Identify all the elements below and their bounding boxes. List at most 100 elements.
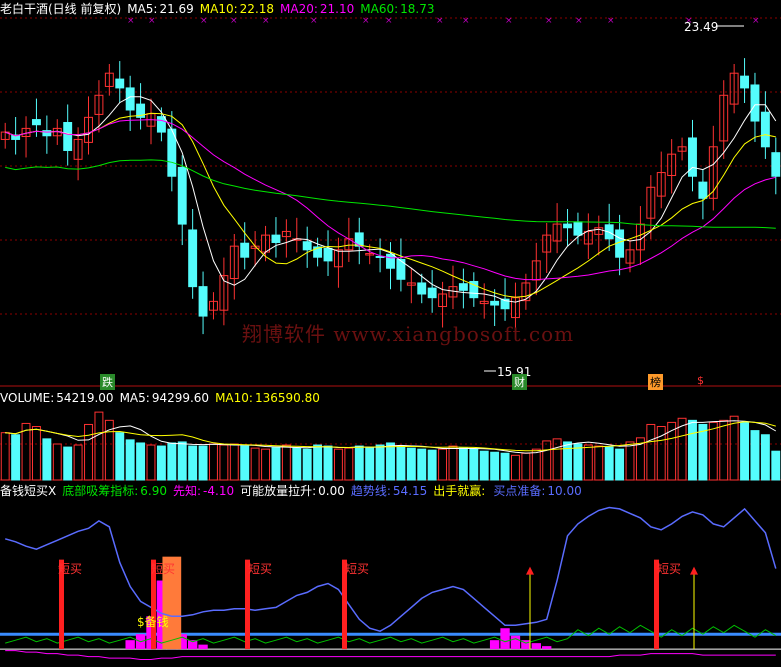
volume-bar-down [313,444,323,481]
foresight-label: 先知: [173,484,202,498]
volume-bar-up [84,423,93,481]
buy-ready-label: 买点准备: [493,484,546,498]
watermark: 翔博软件 www.xiangbosoft.com [242,322,575,346]
volume-bar-down [500,452,510,481]
indicator-header: 备钱短买X 底部吸筹指标: 6.90 先知: -4.10 可能放量拉升: 0.00 趋势线: 5… [0,482,588,500]
volume-bar-up [146,444,156,481]
bottom-accum-label: 底部吸筹指标: [62,484,139,498]
volume-bar-up [646,423,656,481]
ma60-label: MA60: [360,2,399,16]
short-buy-label-2: 短买 [151,562,176,576]
volume-bar-down [63,446,73,481]
ma5-value: 21.69 [159,2,194,16]
volume-bar-down [354,445,364,481]
bottom-accumulation-bar [125,640,135,650]
top-cross-marker: × [505,16,513,26]
volume-bar-down [271,446,281,481]
event-bang-marker[interactable]: 榜 [648,374,663,390]
volume-bar-down [469,448,479,481]
volume-bar-down [292,447,302,481]
volume-bar-up [0,432,10,481]
candle-down [750,84,760,122]
event-dollar-marker[interactable]: $ [697,374,704,387]
money-ready-label: $备钱 [137,615,169,629]
volume-bar-down [740,421,750,481]
volume-bar-down [156,445,166,481]
volume-bar-up [625,441,635,481]
volume-bar-down [427,449,437,481]
candle-down [63,122,73,151]
bottom-accumulation-bar [489,640,500,650]
volume-bar-down [375,444,385,481]
volume-bar-down [573,443,583,481]
top-cross-marker: × [752,16,760,26]
vol-ma5-value: 94299.60 [151,391,210,405]
volume-bar-down [42,438,52,481]
event-die-marker[interactable]: 跌 [100,374,115,390]
candle-down [771,152,781,177]
volume-header: VOLUME: 54219.00 MA5: 94299.60 MA10: 136590.8… [0,389,326,407]
volume-bar-down [688,419,697,481]
volume-bar-up [209,443,218,481]
volume-bar-up [552,438,562,481]
trend-line-label: 趋势线: [350,484,391,498]
volume-bar-up [511,454,520,481]
buy-arrow-head [526,566,534,575]
vol-ma10-label: MA10: [215,391,253,405]
stock-title: 老白干酒(日线 前复权) [0,2,122,16]
volume-bar-down [365,446,375,481]
candle-down [698,181,708,199]
volume-bar-up [219,444,229,481]
volume-bar-down [698,423,708,481]
candle-down [458,283,468,291]
volume-bar-down [198,445,208,481]
candle-down [740,75,750,89]
volume-bar-up [73,444,83,481]
bottom-accumulation-bar [542,646,552,650]
volume-bar-down [11,434,21,481]
bottom-accumulation-bar [510,635,521,650]
volume-bar-down [177,441,187,481]
candle-down [417,282,427,295]
volume-bar-down [167,442,177,481]
top-cross-marker: × [545,16,553,26]
volume-bar-up [708,421,718,481]
volume-bar-up [729,415,739,481]
stock-chart-window: { "price_header": { "title": "老白干酒(日线 前复… [0,0,781,667]
volume-bar-down [479,450,489,481]
candle-down [271,234,281,243]
volume-bar-down [604,446,614,481]
volume-bar-down [396,445,406,481]
trend-line-value: 54.15 [392,484,428,498]
volume-bar-down [125,439,135,481]
volume-bar-down [136,442,146,481]
volume-bar-up [94,411,104,481]
candle-down [386,253,395,269]
volume-bar-up [261,448,270,481]
volume-bar-down [771,450,781,481]
candle-down [177,166,187,225]
bottom-accumulation-bar [500,628,510,650]
high-price-label: 23.49 [684,20,719,34]
ma20-label: MA20: [280,2,318,16]
buy-ready-value: 10.00 [547,484,582,498]
candle-down [760,111,770,148]
sure-win-label: 出手就赢: [433,484,486,498]
volume-surge-label: 可能放量拉升: [240,484,317,498]
volume-bar-down [490,451,500,481]
volume-bar-up [250,447,260,481]
top-cross-marker: × [575,16,583,26]
candle-down [323,247,333,262]
volume-bar-up [344,447,354,481]
candle-down [188,229,198,288]
volume-bar-up [542,440,552,481]
candle-down [490,300,500,306]
ma60-line [5,159,776,229]
bottom-accum-value: 6.90 [140,484,167,498]
volume-bar-up [583,444,593,481]
volume-surge-value: 0.00 [318,484,345,498]
event-cai-marker[interactable]: 财 [512,374,527,390]
buy-arrow-head [690,566,698,575]
candle-down [31,119,41,126]
short-buy-label-5: 短买 [657,562,682,576]
